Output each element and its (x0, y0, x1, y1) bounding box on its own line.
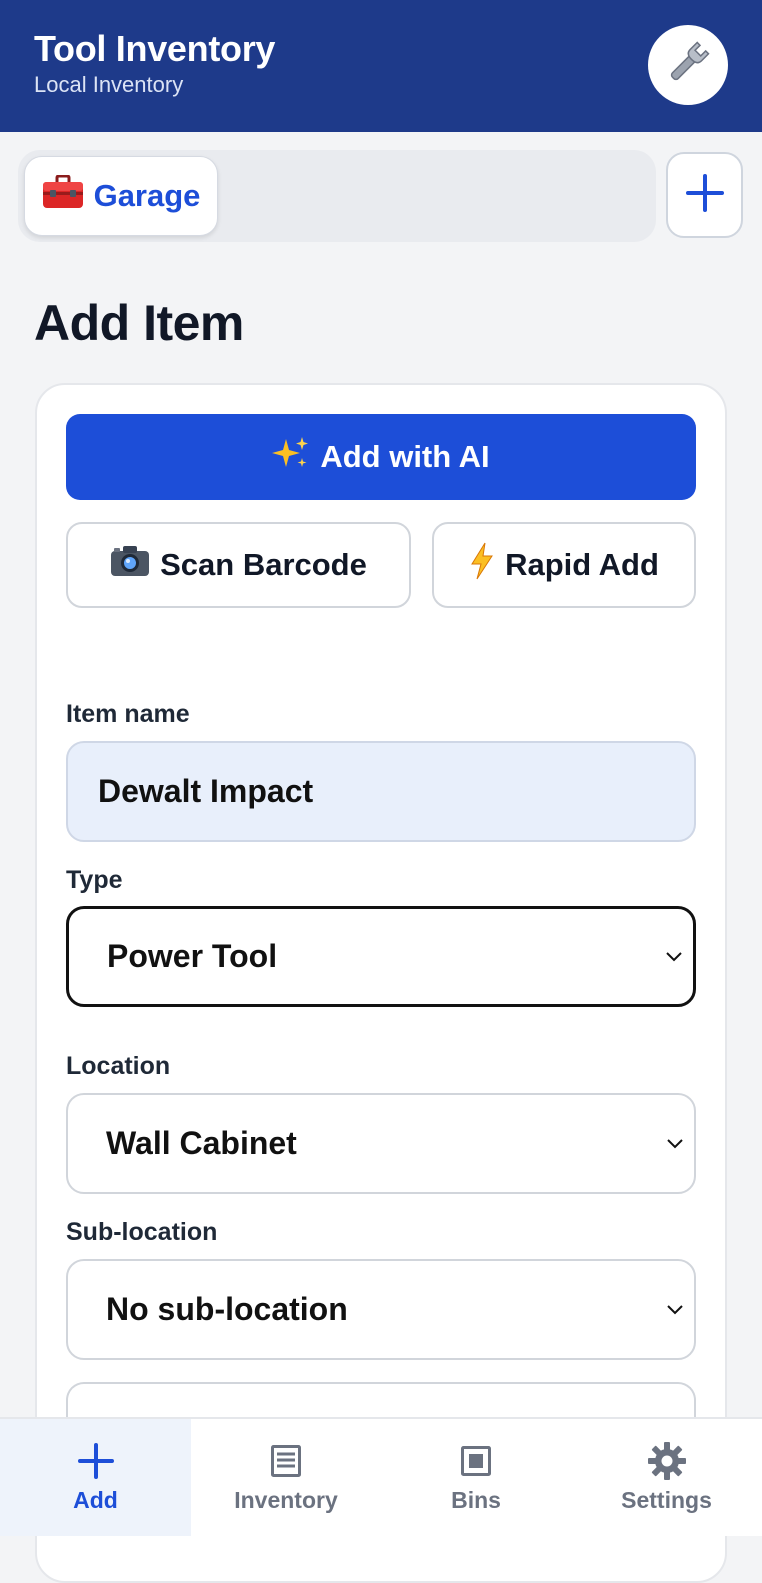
chevron-down-icon (666, 951, 682, 961)
location-label: Location (66, 1052, 171, 1080)
nav-tab-bins[interactable]: Bins (381, 1419, 571, 1536)
gear-icon (647, 1441, 687, 1481)
toolbox-icon (42, 174, 84, 217)
sparkles-icon (272, 435, 310, 479)
sublocation-select-value: No sub-location (106, 1291, 348, 1327)
nav-tab-settings[interactable]: Settings (571, 1419, 762, 1536)
workspace-tab-garage[interactable]: Garage (24, 156, 218, 236)
item-name-value: Dewalt Impact (98, 773, 314, 809)
nav-tab-label: Add (73, 1487, 118, 1513)
item-name-input[interactable]: Dewalt Impact (66, 741, 696, 842)
sublocation-select[interactable]: No sub-location (66, 1259, 696, 1360)
location-select[interactable]: Wall Cabinet (66, 1093, 696, 1194)
plus-icon (76, 1441, 116, 1481)
lightning-icon (469, 542, 495, 588)
add-with-ai-label: Add with AI (320, 439, 490, 474)
bin-icon (456, 1441, 496, 1481)
add-workspace-button[interactable] (666, 152, 743, 238)
nav-tab-add[interactable]: Add (0, 1419, 191, 1536)
page-title: Add Item (34, 295, 244, 351)
app-subtitle: Local Inventory (34, 72, 184, 97)
type-select-value: Power Tool (107, 938, 278, 974)
nav-tab-label: Settings (621, 1487, 712, 1513)
scan-barcode-label: Scan Barcode (160, 547, 367, 582)
app-title: Tool Inventory (34, 28, 276, 69)
sublocation-label: Sub-location (66, 1218, 218, 1246)
type-select[interactable]: Power Tool (66, 906, 696, 1007)
rapid-add-label: Rapid Add (505, 547, 659, 582)
add-with-ai-button[interactable]: Add with AI (66, 414, 696, 500)
nav-tab-label: Inventory (234, 1487, 338, 1513)
list-icon (266, 1441, 306, 1481)
camera-icon (110, 544, 150, 586)
wrench-icon (663, 38, 713, 93)
nav-tab-label: Bins (451, 1487, 501, 1513)
rapid-add-button[interactable]: Rapid Add (432, 522, 696, 608)
plus-icon (685, 173, 725, 218)
app-header: Tool Inventory Local Inventory (0, 0, 762, 132)
bottom-nav: Add Inventory Bins Settings (0, 1417, 762, 1536)
chevron-down-icon (667, 1138, 683, 1148)
chevron-down-icon (667, 1304, 683, 1314)
scan-barcode-button[interactable]: Scan Barcode (66, 522, 411, 608)
nav-tab-inventory[interactable]: Inventory (191, 1419, 381, 1536)
workspace-tab-label: Garage (93, 178, 201, 213)
location-select-value: Wall Cabinet (106, 1125, 297, 1161)
type-label: Type (66, 866, 123, 894)
settings-avatar-button[interactable] (648, 25, 728, 105)
item-name-label: Item name (66, 700, 190, 728)
